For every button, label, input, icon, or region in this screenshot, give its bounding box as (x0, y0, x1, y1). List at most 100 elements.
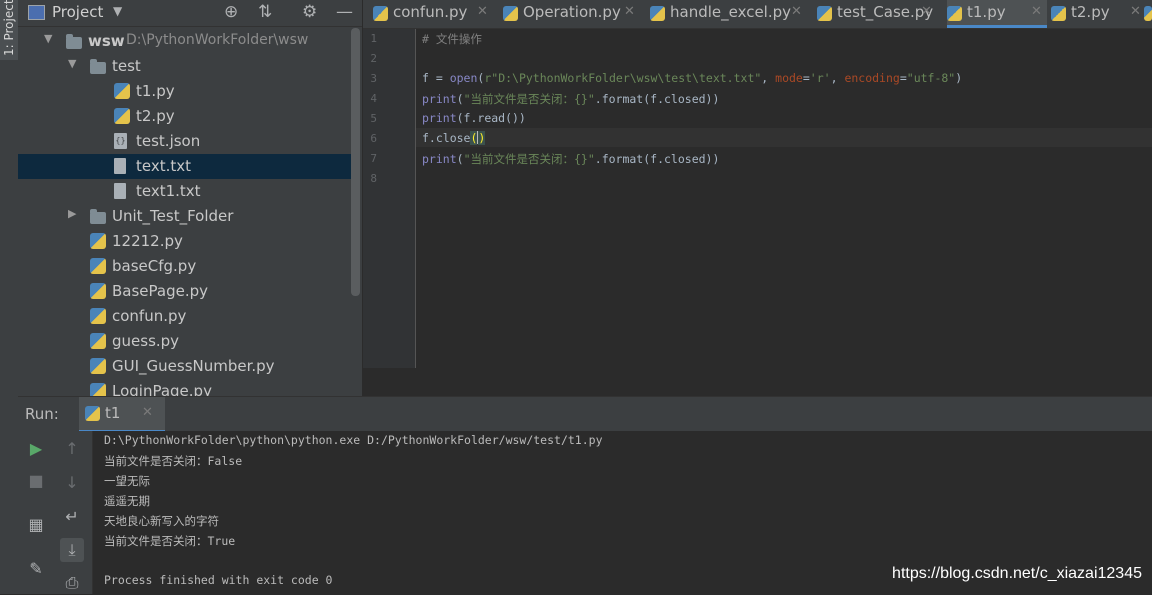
project-panel-title[interactable]: Project (52, 3, 103, 21)
python-file-icon (90, 333, 106, 349)
folder-icon (66, 34, 82, 49)
tree-item[interactable]: baseCfg.py (18, 254, 354, 279)
tool-window-strip: 1: Project (0, 0, 19, 594)
layout-icon[interactable]: ▦ (24, 513, 48, 537)
watermark-text: https://blog.csdn.net/c_xiazai12345 (892, 565, 1142, 582)
tree-item[interactable]: ▼ test (18, 54, 354, 79)
close-icon[interactable]: ✕ (1130, 4, 1141, 19)
project-tool-button[interactable]: 1: Project (0, 0, 18, 60)
python-file-icon (114, 83, 130, 99)
tree-item[interactable]: BasePage.py (18, 279, 354, 304)
console-line: 遥遥无期 (104, 494, 150, 508)
tree-item-label: 12212.py (112, 232, 183, 250)
line-number: 7 (370, 152, 377, 165)
tree-item[interactable]: ▶ Unit_Test_Folder (18, 204, 354, 229)
tree-item-label: baseCfg.py (112, 257, 197, 275)
close-icon[interactable]: ✕ (791, 4, 802, 19)
close-icon[interactable]: ✕ (921, 4, 932, 19)
code-line[interactable]: f.close() (422, 131, 486, 145)
expand-arrow-icon[interactable]: ▼ (68, 57, 76, 70)
tab-label: test_Case.py (837, 3, 934, 21)
current-line-highlight (416, 128, 1152, 147)
code-line[interactable]: f = open(r"D:\PythonWorkFolder\wsw\test\… (422, 71, 962, 85)
collapse-icon[interactable]: ⇅ (258, 2, 272, 22)
folder-icon (90, 209, 106, 224)
pin-icon[interactable]: ✎ (24, 557, 48, 581)
soft-wrap-icon[interactable]: ↵ (60, 505, 84, 529)
code-editor[interactable]: 1 2 3 4 5 6 7 8 # 文件操作 f = open(r"D:\PythonWorkF… (363, 29, 1152, 368)
close-icon[interactable]: ✕ (1031, 4, 1042, 19)
console-line: 天地良心新写入的字符 (104, 514, 219, 528)
code-line[interactable]: print("当前文件是否关闭：{}".format(f.closed)) (422, 91, 719, 107)
tree-item[interactable]: text1.txt (18, 179, 354, 204)
python-file-icon (650, 6, 665, 21)
tree-item-label: LoginPage.py (112, 382, 212, 396)
tree-item[interactable]: {} test.json (18, 129, 354, 154)
json-file-icon: {} (114, 133, 127, 149)
tree-item-label: text.txt (136, 157, 192, 175)
python-file-icon (90, 383, 106, 396)
rerun-icon[interactable]: ▶ (24, 437, 48, 461)
tree-item-label: t1.py (136, 82, 175, 100)
python-file-icon (1051, 6, 1066, 21)
editor-empty-area (363, 368, 1152, 396)
close-icon[interactable]: ✕ (477, 4, 488, 19)
tab-t2-py[interactable]: t2.py ✕ (1051, 0, 1146, 28)
folder-icon (90, 59, 106, 74)
tree-item[interactable]: t2.py (18, 104, 354, 129)
locate-icon[interactable]: ⊕ (224, 2, 238, 22)
more-tabs-icon[interactable] (1144, 6, 1152, 21)
line-number: 3 (370, 72, 377, 85)
close-icon[interactable]: ✕ (624, 4, 635, 19)
gear-icon[interactable]: ⚙ (302, 2, 317, 22)
run-toolbar: ▶ ↑ ■ ↓ ▦ ↵ ⤓ ✎ ⎙ (18, 431, 93, 594)
collapse-arrow-icon[interactable]: ▶ (68, 207, 76, 220)
tree-item[interactable]: GUI_GuessNumber.py (18, 354, 354, 379)
python-file-icon (114, 108, 130, 124)
stop-icon[interactable]: ■ (24, 469, 48, 493)
python-file-icon (90, 358, 106, 374)
code-line[interactable]: # 文件操作 (422, 31, 482, 47)
tab-handle_excel-py[interactable]: handle_excel.py ✕ (650, 0, 807, 28)
line-number: 1 (370, 32, 377, 45)
python-file-icon (90, 283, 106, 299)
project-panel-header: Project ▼ ⊕ ⇅ ⚙ — (18, 0, 362, 27)
minimize-icon[interactable]: — (336, 2, 353, 22)
tree-item[interactable]: guess.py (18, 329, 354, 354)
tab-label: handle_excel.py (670, 3, 792, 21)
tree-item-label: text1.txt (136, 182, 201, 200)
console-line: 当前文件是否关闭：True (104, 534, 236, 548)
tab-label: t2.py (1071, 3, 1110, 21)
console-line: Process finished with exit code 0 (104, 573, 333, 587)
tree-item[interactable]: ▼ wsw D:\PythonWorkFolder\wsw (18, 29, 354, 54)
chevron-down-icon[interactable]: ▼ (113, 4, 122, 18)
python-file-icon (90, 308, 106, 324)
code-line[interactable]: print("当前文件是否关闭：{}".format(f.closed)) (422, 151, 719, 167)
tree-item-label: test (112, 57, 141, 75)
tree-item[interactable]: confun.py (18, 304, 354, 329)
project-view-icon (28, 5, 45, 20)
expand-arrow-icon[interactable]: ▼ (44, 32, 52, 45)
tree-item[interactable]: 12212.py (18, 229, 354, 254)
run-tab-t1[interactable]: t1 ✕ (79, 397, 165, 432)
python-file-icon (373, 6, 388, 21)
project-scrollbar[interactable] (351, 28, 360, 296)
tree-item[interactable]: t1.py (18, 79, 354, 104)
arrow-up-icon[interactable]: ↑ (60, 437, 84, 461)
tab-t1-py[interactable]: t1.py ✕ (947, 0, 1047, 28)
line-gutter: 1 2 3 4 5 6 7 8 (363, 29, 416, 368)
tree-item[interactable]: text.txt (18, 154, 354, 179)
run-label: Run: (25, 405, 59, 423)
tree-item[interactable]: LoginPage.py (18, 379, 354, 396)
python-file-icon (947, 6, 962, 21)
print-icon[interactable]: ⎙ (60, 571, 84, 595)
project-tool-label: 1: Project (2, 0, 16, 56)
python-file-icon (90, 258, 106, 274)
code-line[interactable]: print(f.read()) (422, 111, 526, 125)
scroll-to-end-icon[interactable]: ⤓ (60, 538, 84, 562)
tab-confun-py[interactable]: confun.py ✕ (373, 0, 493, 28)
arrow-down-icon[interactable]: ↓ (60, 471, 84, 495)
tab-Operation-py[interactable]: Operation.py ✕ (503, 0, 640, 28)
close-icon[interactable]: ✕ (142, 405, 153, 420)
tab-test_Case-py[interactable]: test_Case.py ✕ (817, 0, 937, 28)
